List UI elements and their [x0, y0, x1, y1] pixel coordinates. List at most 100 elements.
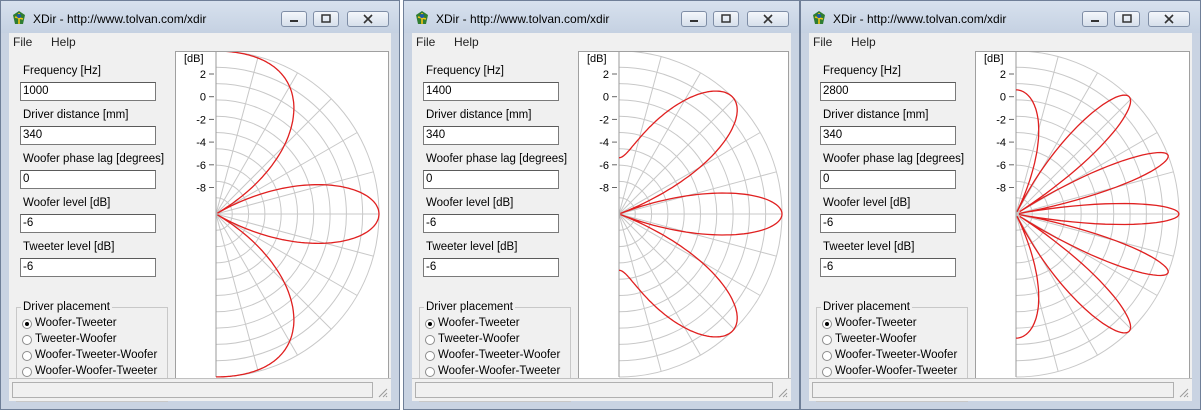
db-tick-label: 0	[603, 92, 609, 104]
radio-button[interactable]	[822, 351, 832, 361]
maximize-button[interactable]	[313, 11, 339, 27]
close-button[interactable]	[747, 11, 789, 27]
db-tick-label: -8	[996, 183, 1006, 195]
db-tick-label: 2	[200, 69, 206, 81]
placement-option-label: Tweeter-Woofer	[835, 333, 917, 345]
status-panel	[812, 382, 1174, 398]
woofer-phase-lag-input[interactable]: 0	[820, 170, 956, 189]
placement-option-label: Woofer-Tweeter-Woofer	[438, 349, 561, 361]
menu-help[interactable]: Help	[51, 35, 76, 49]
db-tick-label: -8	[196, 183, 206, 195]
minimize-button[interactable]	[1082, 11, 1108, 27]
tweeter-level-input[interactable]: -6	[423, 258, 559, 277]
radio-button[interactable]	[425, 335, 435, 345]
resize-grip-icon[interactable]	[1177, 386, 1189, 398]
driver-placement-label: Driver placement	[424, 301, 515, 313]
resize-grip-icon[interactable]	[776, 386, 788, 398]
xdir-app-icon	[414, 10, 430, 26]
radio-button[interactable]	[425, 319, 435, 329]
polar-plot: [dB] 2 0 -2 -4 -6 -8	[975, 50, 1190, 383]
radio-button[interactable]	[425, 367, 435, 377]
db-tick-label: -4	[996, 137, 1006, 149]
menu-file[interactable]: File	[416, 35, 435, 49]
placement-option-label: Woofer-Tweeter	[35, 317, 117, 329]
radio-button[interactable]	[822, 319, 832, 329]
woofer-level-input[interactable]: -6	[20, 214, 156, 233]
menu-help[interactable]: Help	[454, 35, 479, 49]
tweeter-level-label: Tweeter level [dB]	[426, 241, 518, 253]
grid-spoke	[215, 56, 259, 215]
tweeter-level-label: Tweeter level [dB]	[823, 241, 915, 253]
window-title: XDir - http://www.tolvan.com/xdir	[436, 12, 610, 26]
window-title: XDir - http://www.tolvan.com/xdir	[33, 12, 207, 26]
tweeter-level-input[interactable]: -6	[820, 258, 956, 277]
frequency-input[interactable]: 2800	[820, 82, 956, 101]
woofer-phase-lag-label: Woofer phase lag [degrees]	[426, 153, 568, 165]
db-tick-label: -2	[599, 114, 609, 126]
close-button[interactable]	[347, 11, 389, 27]
title-bar[interactable]: XDir - http://www.tolvan.com/xdir	[404, 1, 799, 33]
close-icon	[363, 14, 373, 24]
woofer-phase-lag-input[interactable]: 0	[20, 170, 156, 189]
client-area: File Help Frequency [Hz] 2800 Driver distanc…	[809, 33, 1192, 402]
title-bar[interactable]: XDir - http://www.tolvan.com/xdir	[801, 1, 1200, 33]
grid-spoke	[215, 213, 374, 257]
status-panel	[415, 382, 773, 398]
driver-distance-input[interactable]: 340	[20, 126, 156, 145]
radio-button[interactable]	[822, 335, 832, 345]
placement-option-label: Woofer-Tweeter-Woofer	[835, 349, 958, 361]
grid-spoke	[1015, 56, 1059, 215]
driver-distance-label: Driver distance [mm]	[23, 109, 129, 121]
status-bar	[412, 378, 791, 401]
xdir-window: XDir - http://www.tolvan.com/xdir File Hel…	[800, 0, 1201, 410]
grid-spoke	[618, 56, 662, 215]
title-bar[interactable]: XDir - http://www.tolvan.com/xdir	[1, 1, 399, 33]
db-tick-label: -2	[196, 114, 206, 126]
minimize-button[interactable]	[681, 11, 707, 27]
radio-button[interactable]	[425, 351, 435, 361]
xdir-window: XDir - http://www.tolvan.com/xdir File Hel…	[403, 0, 800, 410]
grid-spoke	[618, 171, 777, 215]
driver-distance-input[interactable]: 340	[423, 126, 559, 145]
resize-grip-icon[interactable]	[376, 386, 388, 398]
db-tick-label: 0	[1000, 92, 1006, 104]
driver-distance-label: Driver distance [mm]	[823, 109, 929, 121]
menu-file[interactable]: File	[813, 35, 832, 49]
maximize-icon	[1122, 14, 1132, 23]
menu-file[interactable]: File	[13, 35, 32, 49]
frequency-input[interactable]: 1000	[20, 82, 156, 101]
radio-button[interactable]	[22, 351, 32, 361]
radio-button[interactable]	[22, 335, 32, 345]
placement-option-label: Tweeter-Woofer	[35, 333, 117, 345]
radio-button[interactable]	[22, 319, 32, 329]
minimize-button[interactable]	[281, 11, 307, 27]
close-button[interactable]	[1148, 11, 1190, 27]
driver-placement-label: Driver placement	[821, 301, 912, 313]
minimize-icon	[690, 20, 698, 22]
polar-plot: [dB] 2 0 -2 -4 -6 -8	[175, 50, 389, 383]
maximize-button[interactable]	[713, 11, 739, 27]
tweeter-level-input[interactable]: -6	[20, 258, 156, 277]
driver-distance-input[interactable]: 340	[820, 126, 956, 145]
grid-spoke	[215, 213, 259, 372]
grid-spoke	[618, 132, 761, 215]
woofer-level-input[interactable]: -6	[423, 214, 559, 233]
frequency-input[interactable]: 1400	[423, 82, 559, 101]
placement-option-label: Woofer-Tweeter	[438, 317, 520, 329]
woofer-phase-lag-input[interactable]: 0	[423, 170, 559, 189]
grid-spoke	[618, 213, 761, 296]
woofer-level-input[interactable]: -6	[820, 214, 956, 233]
radio-button[interactable]	[822, 367, 832, 377]
xdir-app-icon	[811, 10, 827, 26]
placement-option-label: Woofer-Woofer-Tweeter	[835, 365, 958, 377]
radio-button[interactable]	[22, 367, 32, 377]
menu-bar: File Help	[809, 33, 1192, 51]
db-tick-label: 2	[1000, 69, 1006, 81]
placement-option-label: Woofer-Tweeter	[835, 317, 917, 329]
maximize-button[interactable]	[1114, 11, 1140, 27]
placement-option-label: Woofer-Woofer-Tweeter	[35, 365, 158, 377]
menu-help[interactable]: Help	[851, 35, 876, 49]
minimize-icon	[1091, 20, 1099, 22]
xdir-window: XDir - http://www.tolvan.com/xdir File Hel…	[0, 0, 400, 410]
close-icon	[763, 14, 773, 24]
